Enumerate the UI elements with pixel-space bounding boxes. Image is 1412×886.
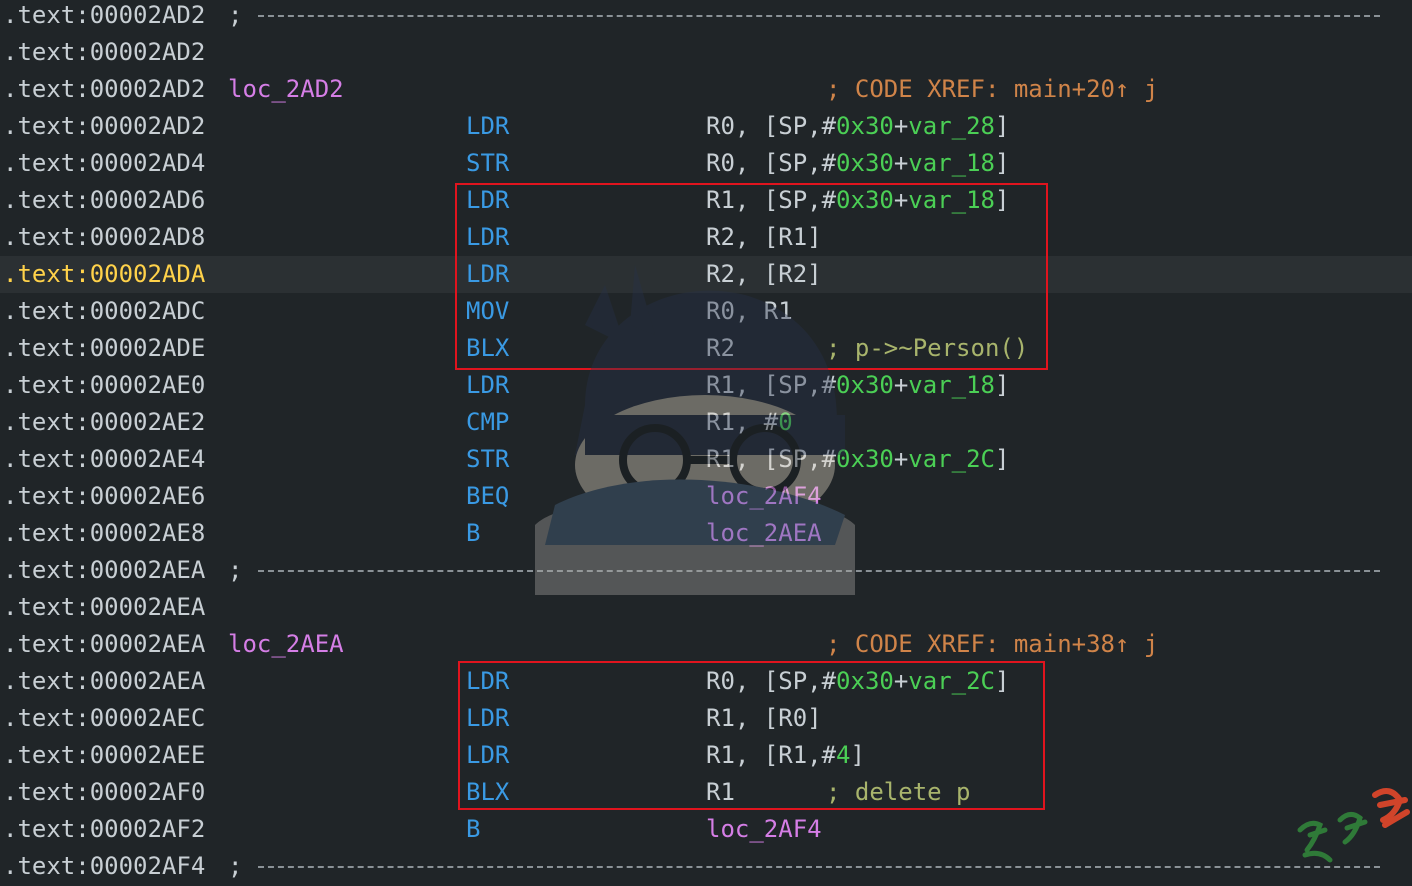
operand-reg: R1, [ bbox=[706, 371, 779, 399]
address[interactable]: .text:00002AF0 bbox=[3, 774, 205, 811]
operand-reg: ] bbox=[995, 371, 1010, 399]
operand-num: 0x30 bbox=[836, 149, 894, 177]
address[interactable]: .text:00002AF2 bbox=[3, 811, 205, 848]
address[interactable]: .text:00002AEE bbox=[3, 737, 205, 774]
operand-var[interactable]: var_18 bbox=[908, 371, 995, 399]
operands[interactable]: loc_2AF4 bbox=[706, 478, 822, 515]
blank-row[interactable]: .text:00002AEA bbox=[0, 589, 1412, 626]
separator-semicolon: ; bbox=[228, 1, 243, 29]
operand-reg: R0, [ bbox=[706, 112, 779, 140]
address[interactable]: .text:00002AD6 bbox=[3, 182, 205, 219]
mnemonic[interactable]: CMP bbox=[466, 404, 509, 441]
mnemonic[interactable]: BEQ bbox=[466, 478, 509, 515]
address[interactable]: .text:00002AD8 bbox=[3, 219, 205, 256]
label-row[interactable]: .text:00002AEA loc_2AEA ; CODE XREF: main+… bbox=[0, 626, 1412, 663]
address[interactable]: .text:00002AE4 bbox=[3, 441, 205, 478]
xref-comment[interactable]: ; CODE XREF: main+20↑ j bbox=[826, 71, 1158, 108]
instruction-row[interactable]: .text:00002AD2 LDR R0, [SP,#0x30+var_28] bbox=[0, 108, 1412, 145]
xref-comment[interactable]: ; CODE XREF: main+38↑ j bbox=[826, 626, 1158, 663]
code-label[interactable]: loc_2AD2 bbox=[228, 71, 344, 108]
operand-reg: SP,# bbox=[778, 371, 837, 399]
mnemonic[interactable]: B bbox=[466, 811, 480, 848]
instruction-row[interactable]: .text:00002AE8 Bloc_2AEA bbox=[0, 515, 1412, 552]
label-row[interactable]: .text:00002AD2 loc_2AD2 ; CODE XREF: main+… bbox=[0, 71, 1412, 108]
mnemonic[interactable]: B bbox=[466, 515, 480, 552]
code-label[interactable]: loc_2AEA bbox=[228, 626, 344, 663]
mnemonic[interactable]: LDR bbox=[466, 367, 509, 404]
address[interactable]: .text:00002ADE bbox=[3, 330, 205, 367]
address[interactable]: .text:00002AE8 bbox=[3, 515, 205, 552]
operand-reg: + bbox=[893, 445, 909, 473]
instruction-row[interactable]: .text:00002AE6 BEQ loc_2AF4 bbox=[0, 478, 1412, 515]
instruction-row[interactable]: .text:00002AD4 STR R0, [SP,#0x30+var_18] bbox=[0, 145, 1412, 182]
address[interactable]: .text:00002AD2 bbox=[3, 34, 205, 71]
address[interactable]: .text:00002AD4 bbox=[3, 145, 205, 182]
mnemonic[interactable]: STR bbox=[466, 441, 509, 478]
address[interactable]: .text:00002AEA bbox=[3, 589, 205, 626]
address[interactable]: .text:00002AEA bbox=[3, 663, 205, 700]
operand-var[interactable]: var_2C bbox=[908, 445, 995, 473]
operands[interactable]: R1, #0 bbox=[706, 404, 793, 441]
operand-var[interactable]: var_18 bbox=[908, 149, 995, 177]
address[interactable]: .text:00002AF4 bbox=[3, 848, 205, 885]
operand-reg: + bbox=[893, 371, 909, 399]
operand-reg: R0, [ bbox=[706, 149, 779, 177]
operands[interactable]: R1, [SP,#0x30+var_18] bbox=[706, 367, 1009, 404]
operand-loc[interactable]: loc_2AF4 bbox=[706, 815, 822, 843]
separator-dashes bbox=[258, 866, 1380, 868]
separator-semicolon: ; bbox=[228, 852, 243, 880]
address[interactable]: .text:00002ADA bbox=[3, 256, 205, 293]
operands[interactable]: R1, [SP,#0x30+var_2C] bbox=[706, 441, 1009, 478]
highlight-box-destructor-call bbox=[455, 183, 1048, 370]
operand-reg: R1, # bbox=[706, 408, 779, 436]
address[interactable]: .text:00002ADC bbox=[3, 293, 205, 330]
mnemonic[interactable]: STR bbox=[466, 145, 509, 182]
mnemonic[interactable]: LDR bbox=[466, 108, 509, 145]
operands[interactable]: R0, [SP,#0x30+var_18] bbox=[706, 145, 1009, 182]
separator-dashes bbox=[258, 570, 1380, 572]
address[interactable]: .text:00002AE0 bbox=[3, 367, 205, 404]
operand-reg: SP,# bbox=[778, 112, 837, 140]
operand-loc[interactable]: loc_2AF4 bbox=[706, 482, 822, 510]
separator-row[interactable]: .text:00002AEA; bbox=[0, 552, 1412, 589]
operand-reg: ] bbox=[995, 445, 1010, 473]
separator-dashes bbox=[258, 15, 1380, 17]
operand-reg: + bbox=[893, 149, 909, 177]
operands[interactable]: loc_2AF4 bbox=[706, 811, 822, 848]
instruction-row[interactable]: .text:00002AE0 LDR R1, [SP,#0x30+var_18] bbox=[0, 367, 1412, 404]
operand-reg: SP,# bbox=[778, 149, 837, 177]
operand-var[interactable]: var_28 bbox=[908, 112, 995, 140]
operand-num: 0x30 bbox=[836, 445, 894, 473]
operand-num: 0x30 bbox=[836, 112, 894, 140]
blank-row[interactable]: .text:00002AD2 bbox=[0, 34, 1412, 71]
operand-reg: ] bbox=[995, 149, 1010, 177]
address[interactable]: .text:00002AE6 bbox=[3, 478, 205, 515]
operand-reg: + bbox=[893, 112, 909, 140]
operands[interactable]: R0, [SP,#0x30+var_28] bbox=[706, 108, 1009, 145]
instruction-row[interactable]: .text:00002AF2 Bloc_2AF4 bbox=[0, 811, 1412, 848]
operand-reg: R1, [ bbox=[706, 445, 779, 473]
instruction-row[interactable]: .text:00002AE2 CMP R1, #0 bbox=[0, 404, 1412, 441]
address[interactable]: .text:00002AEA bbox=[3, 552, 205, 589]
address[interactable]: .text:00002AD2 bbox=[3, 0, 205, 34]
address[interactable]: .text:00002AEC bbox=[3, 700, 205, 737]
operand-num: 0 bbox=[778, 408, 793, 436]
address[interactable]: .text:00002AEA bbox=[3, 626, 205, 663]
operand-reg: SP,# bbox=[778, 445, 837, 473]
address[interactable]: .text:00002AD2 bbox=[3, 108, 205, 145]
separator-row[interactable]: .text:00002AD2; bbox=[0, 0, 1412, 34]
operands[interactable]: loc_2AEA bbox=[706, 515, 822, 552]
operand-loc[interactable]: loc_2AEA bbox=[706, 519, 822, 547]
operand-num: 0x30 bbox=[836, 371, 894, 399]
separator-semicolon: ; bbox=[228, 556, 243, 584]
address[interactable]: .text:00002AD2 bbox=[3, 71, 205, 108]
instruction-row[interactable]: .text:00002AE4 STR R1, [SP,#0x30+var_2C] bbox=[0, 441, 1412, 478]
separator-row[interactable]: .text:00002AF4; bbox=[0, 848, 1412, 885]
operand-reg: ] bbox=[995, 112, 1010, 140]
address[interactable]: .text:00002AE2 bbox=[3, 404, 205, 441]
highlight-box-delete-call bbox=[458, 661, 1045, 810]
